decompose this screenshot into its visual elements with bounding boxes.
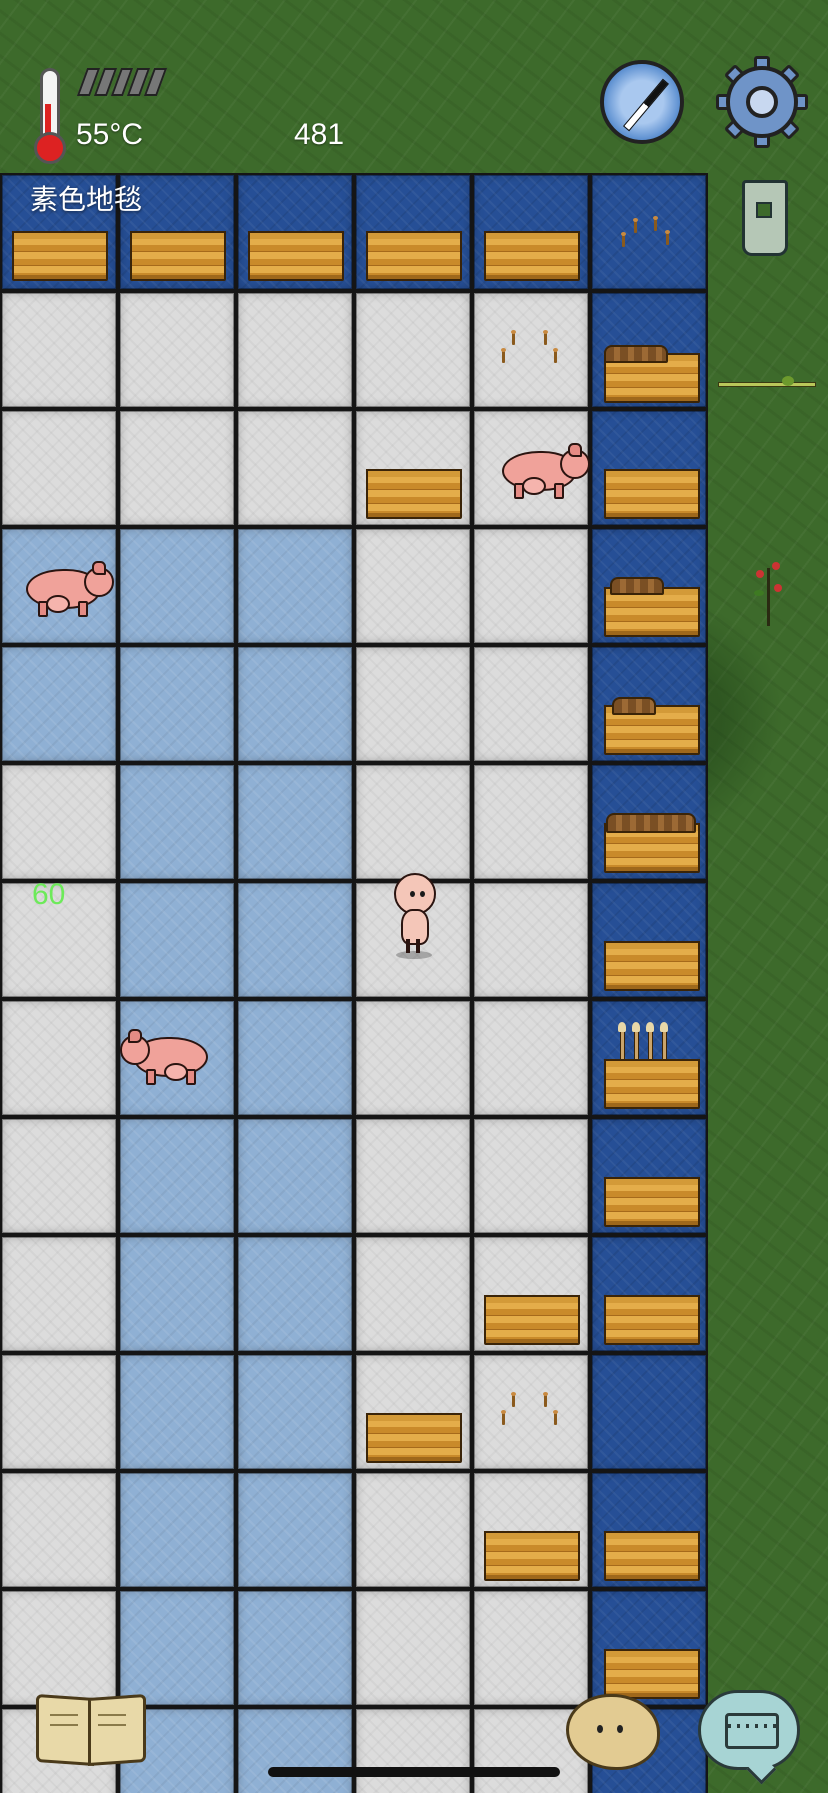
carpet-tile[interactable] xyxy=(354,1117,472,1235)
carpet-tile[interactable] xyxy=(118,1471,236,1589)
carpet-tile[interactable] xyxy=(118,645,236,763)
carpet-tile[interactable] xyxy=(118,291,236,409)
thermometer-icon xyxy=(30,64,66,164)
compass-icon[interactable] xyxy=(600,60,684,144)
carpet-tile[interactable] xyxy=(354,1707,472,1793)
carpet-tile[interactable] xyxy=(590,1353,708,1471)
carpet-tile[interactable] xyxy=(236,291,354,409)
carpet-tile[interactable] xyxy=(236,1471,354,1589)
wooden-crate[interactable] xyxy=(604,469,700,519)
wooden-crate[interactable] xyxy=(366,231,462,281)
gear-icon[interactable] xyxy=(716,56,808,148)
carpet-tile[interactable] xyxy=(0,763,118,881)
carpet-tile[interactable] xyxy=(472,1589,590,1707)
carpet-tile[interactable] xyxy=(354,527,472,645)
carpet-tile[interactable] xyxy=(472,999,590,1117)
wooden-crate[interactable] xyxy=(604,1177,700,1227)
crate-goods xyxy=(606,813,696,833)
wooden-crate[interactable] xyxy=(604,823,700,873)
carpet-tile[interactable] xyxy=(236,999,354,1117)
carpet-tile[interactable] xyxy=(236,1589,354,1707)
wooden-crate[interactable] xyxy=(484,231,580,281)
carpet-tile[interactable] xyxy=(472,763,590,881)
wooden-crate[interactable] xyxy=(604,1531,700,1581)
carpet-tile[interactable] xyxy=(236,409,354,527)
reed-plant[interactable] xyxy=(718,376,816,392)
carpet-tile[interactable] xyxy=(236,645,354,763)
carpet-tile[interactable] xyxy=(118,763,236,881)
carpet-tile[interactable] xyxy=(354,1471,472,1589)
carpet-tile[interactable] xyxy=(236,527,354,645)
carpet-tile[interactable] xyxy=(354,1235,472,1353)
carpet-tile[interactable] xyxy=(0,409,118,527)
spade-coin-icon[interactable] xyxy=(734,180,790,256)
carpet-tile[interactable] xyxy=(0,999,118,1117)
carpet-tile[interactable] xyxy=(0,1117,118,1235)
carpet-board[interactable] xyxy=(0,173,710,1793)
carpet-tile[interactable] xyxy=(118,881,236,999)
wooden-crate[interactable] xyxy=(604,941,700,991)
emote-potato-icon[interactable] xyxy=(566,1694,660,1770)
wooden-crate[interactable] xyxy=(604,705,700,755)
carpet-tile[interactable] xyxy=(236,1707,354,1793)
wooden-crate[interactable] xyxy=(604,1059,700,1109)
carpet-tile[interactable] xyxy=(354,291,472,409)
chat-keyboard-icon[interactable] xyxy=(698,1690,800,1785)
wooden-stakes[interactable] xyxy=(498,330,568,373)
carpet-tile[interactable] xyxy=(472,527,590,645)
carpet-tile[interactable] xyxy=(0,645,118,763)
carpet-tile[interactable] xyxy=(118,527,236,645)
carpet-tile[interactable] xyxy=(472,645,590,763)
carpet-tile[interactable] xyxy=(118,1235,236,1353)
wooden-crate[interactable] xyxy=(484,1295,580,1345)
wooden-crate[interactable] xyxy=(604,1649,700,1699)
carpet-tile[interactable] xyxy=(354,999,472,1117)
wooden-crate[interactable] xyxy=(604,587,700,637)
carpet-tile[interactable] xyxy=(0,1235,118,1353)
wooden-stakes[interactable] xyxy=(498,1392,568,1435)
recipe-book-icon[interactable] xyxy=(34,1690,146,1767)
pig-with-piglet[interactable] xyxy=(120,1029,214,1085)
crate-goods xyxy=(610,577,664,595)
wooden-crate[interactable] xyxy=(366,1413,462,1463)
carpet-tile[interactable] xyxy=(236,881,354,999)
floating-number: 60 xyxy=(32,878,66,911)
wooden-crate[interactable] xyxy=(484,1531,580,1581)
wooden-crate[interactable] xyxy=(366,469,462,519)
carpet-tile[interactable] xyxy=(472,1117,590,1235)
carpet-tile[interactable] xyxy=(236,1235,354,1353)
carpet-tile[interactable] xyxy=(236,1117,354,1235)
wooden-crate[interactable] xyxy=(604,353,700,403)
player-character xyxy=(390,873,436,959)
basket-goods[interactable] xyxy=(604,345,668,363)
wooden-crate[interactable] xyxy=(12,231,108,281)
wooden-crate[interactable] xyxy=(604,1295,700,1345)
tile-name-label: 素色地毯 xyxy=(30,183,143,216)
pig-with-piglet[interactable] xyxy=(496,443,590,499)
carpet-tile[interactable] xyxy=(354,1589,472,1707)
crate-goods xyxy=(612,697,656,715)
wooden-stakes[interactable] xyxy=(614,216,684,257)
carpet-tile[interactable] xyxy=(354,763,472,881)
carpet-tile[interactable] xyxy=(236,1353,354,1471)
temperature-readout: 55°C xyxy=(76,118,144,151)
wooden-crate[interactable] xyxy=(130,231,226,281)
carpet-tile[interactable] xyxy=(118,409,236,527)
carpet-tile[interactable] xyxy=(0,1353,118,1471)
battery-meter xyxy=(76,68,168,96)
berry-bush[interactable] xyxy=(752,560,786,626)
carpet-tile[interactable] xyxy=(472,881,590,999)
carpet-tile[interactable] xyxy=(118,1117,236,1235)
wooden-crate[interactable] xyxy=(248,231,344,281)
carpet-tile[interactable] xyxy=(354,645,472,763)
pig-with-piglet[interactable] xyxy=(20,561,114,617)
home-indicator[interactable] xyxy=(268,1767,560,1777)
score-counter: 481 xyxy=(294,118,345,151)
carpet-tile[interactable] xyxy=(118,1353,236,1471)
carpet-tile[interactable] xyxy=(0,1471,118,1589)
carpet-tile[interactable] xyxy=(0,291,118,409)
carpet-tile[interactable] xyxy=(236,763,354,881)
